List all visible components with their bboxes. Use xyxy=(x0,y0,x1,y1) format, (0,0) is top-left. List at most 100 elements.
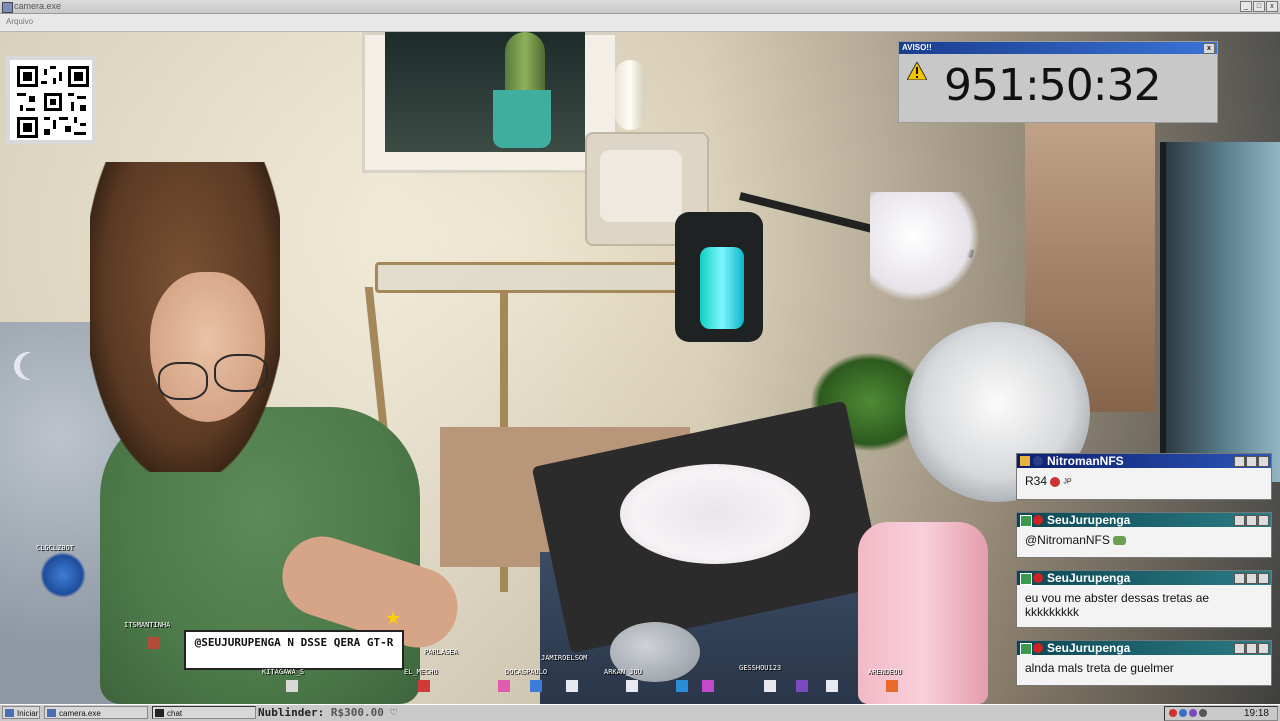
viewer-sprite-icon xyxy=(418,680,430,692)
user-badge-icon xyxy=(1033,456,1043,466)
chat-message-body: @NitromanNFS xyxy=(1017,527,1271,553)
alert-close-button[interactable]: x xyxy=(1203,43,1215,54)
close-icon[interactable] xyxy=(1258,643,1269,654)
chat-message-body: R34 JP xyxy=(1017,468,1271,494)
start-button[interactable]: Iniciar xyxy=(2,706,40,719)
viewer-nickname: CLGCLZBOT xyxy=(36,544,74,552)
minimize-icon[interactable] xyxy=(1234,573,1245,584)
user-badge-icon xyxy=(1033,643,1043,653)
glasses-icon xyxy=(158,362,208,400)
close-button[interactable]: x xyxy=(1266,1,1278,12)
table-lamp xyxy=(615,60,645,130)
chat-username: SeuJurupenga xyxy=(1047,641,1131,655)
viewer-sprite-icon xyxy=(530,680,542,692)
alert-window: AVISO!! x 951:50:32 xyxy=(898,41,1218,123)
viewer-sprite-icon xyxy=(676,680,688,692)
taskbar-item-chat[interactable]: chat xyxy=(152,706,256,719)
alert-title: AVISO!! xyxy=(902,43,932,52)
maximize-button[interactable]: □ xyxy=(1253,1,1265,12)
glasses-icon xyxy=(214,354,268,392)
taskbar-item-camera[interactable]: camera.exe xyxy=(44,706,148,719)
emote-icon xyxy=(1112,536,1126,546)
close-icon[interactable] xyxy=(1258,573,1269,584)
viewer-sprite-icon xyxy=(764,680,776,692)
viewer-nickname: GESSHOU123 xyxy=(739,664,782,672)
viewer-sprite-icon xyxy=(702,680,714,692)
viewer-sprite-icon xyxy=(886,680,898,692)
app-title: camera.exe xyxy=(14,1,62,11)
maximize-icon[interactable] xyxy=(1246,573,1257,584)
minimize-icon[interactable] xyxy=(1234,456,1245,467)
computer-monitor xyxy=(1160,142,1280,482)
potted-plant xyxy=(505,32,545,92)
person-face xyxy=(150,272,265,422)
window-controls xyxy=(1234,515,1269,526)
camera-app-icon xyxy=(47,709,56,717)
crt-screen xyxy=(600,150,682,222)
chat-text: eu vou me abster dessas tretas ae kkkkkk… xyxy=(1025,591,1210,619)
maximize-icon[interactable] xyxy=(1246,456,1257,467)
chat-username: SeuJurupenga xyxy=(1047,571,1131,585)
chat-app-icon xyxy=(155,709,164,717)
qr-code xyxy=(6,56,96,144)
moon-pattern xyxy=(20,352,48,380)
viewer-nickname: PARLASEA xyxy=(424,648,458,656)
chat-message-window: SeuJurupenga @NitromanNFS xyxy=(1016,512,1272,558)
tray-app-icon[interactable] xyxy=(1179,709,1187,717)
viewer-sprite-icon xyxy=(826,680,838,692)
tray-app-icon[interactable] xyxy=(1189,709,1197,717)
minimize-icon[interactable] xyxy=(1234,643,1245,654)
viewer-sprite-icon xyxy=(626,680,638,692)
donation-ticker: Nublinder: R$300.00 ♡ xyxy=(258,706,397,719)
viewer-sprite-icon xyxy=(566,680,578,692)
tray-app-icon[interactable] xyxy=(1169,709,1177,717)
viewer-nickname: EL_MECHO xyxy=(404,668,438,676)
user-badge-icon xyxy=(1033,573,1043,583)
minimize-button[interactable]: _ xyxy=(1240,1,1252,12)
moderator-badge-icon xyxy=(1020,515,1032,527)
viewer-nickname: ARENDEOU xyxy=(868,668,902,676)
system-tray: 19:18 xyxy=(1164,706,1278,721)
taskbar: Iniciar camera.exe chat Nublinder: R$300… xyxy=(0,704,1280,721)
start-label: Iniciar xyxy=(17,709,39,718)
viewer-nickname: ITSMANTINHA xyxy=(124,621,171,629)
moderator-badge-icon xyxy=(1020,643,1032,655)
chat-message-window: SeuJurupenga eu vou me abster dessas tre… xyxy=(1016,570,1272,628)
viewer-sprite-icon xyxy=(148,637,160,649)
menu-arquivo[interactable]: Arquivo xyxy=(6,17,33,26)
minimize-icon[interactable] xyxy=(1234,515,1245,526)
speech-bubble: @SEUJURUPENGA N DSSE QERA GT-R xyxy=(184,630,404,670)
orchid-flowers xyxy=(870,192,980,302)
moderator-badge-icon xyxy=(1020,573,1032,585)
water-bottle xyxy=(858,522,988,704)
viewer-nickname: JAMIROELSOM xyxy=(541,654,588,662)
microphone-light xyxy=(700,247,744,329)
donation-amount: R$300.00 xyxy=(330,706,384,719)
chat-message-window: NitromanNFS R34 JP xyxy=(1016,453,1272,500)
maximize-icon[interactable] xyxy=(1246,515,1257,526)
close-icon[interactable] xyxy=(1258,515,1269,526)
chat-message-body: alnda mals treta de guelmer xyxy=(1017,655,1271,681)
chat-username: NitromanNFS xyxy=(1047,454,1124,468)
plant-pot xyxy=(493,90,551,148)
emote-label: JP xyxy=(1063,478,1072,486)
app-titlebar: camera.exe _ □ x xyxy=(0,0,1280,14)
glass-table xyxy=(375,262,711,293)
maximize-icon[interactable] xyxy=(1246,643,1257,654)
close-icon[interactable] xyxy=(1258,456,1269,467)
tray-app-icon[interactable] xyxy=(1199,709,1207,717)
alert-titlebar: AVISO!! x xyxy=(899,42,1217,54)
window-controls xyxy=(1234,456,1269,467)
plate xyxy=(620,464,810,564)
viewer-nickname: ARKAN_JOU xyxy=(604,668,642,676)
chat-text: alnda mals treta de guelmer xyxy=(1025,661,1174,675)
taskbar-clock: 19:18 xyxy=(1243,708,1269,719)
room-window-glass xyxy=(385,32,585,152)
chat-username: SeuJurupenga xyxy=(1047,513,1131,527)
taskbar-chat-label: chat xyxy=(167,709,183,718)
viewer-nickname: KITAGAWA_S xyxy=(262,668,305,676)
chat-message-header: SeuJurupenga xyxy=(1017,571,1271,585)
taskbar-camera-label: camera.exe xyxy=(59,709,101,718)
viewer-nickname: DOCASPAULO xyxy=(505,668,548,676)
viewer-sprite-icon xyxy=(796,680,808,692)
